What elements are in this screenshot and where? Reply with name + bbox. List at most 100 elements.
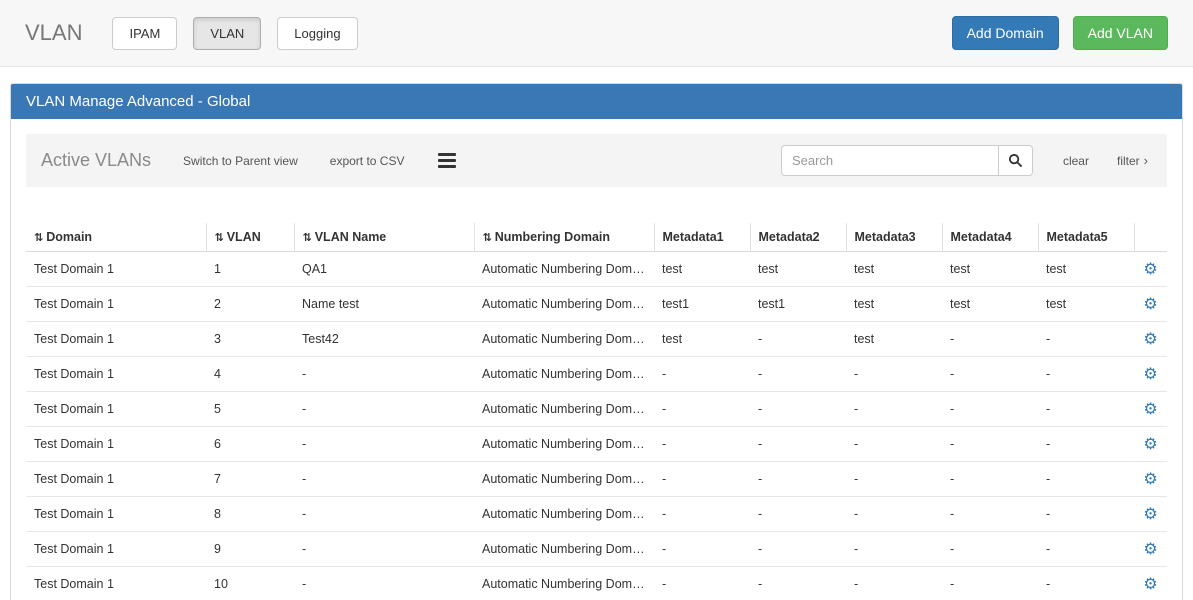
cell-actions: ⚙	[1134, 322, 1167, 357]
cell-vlan: 3	[206, 322, 294, 357]
cell-metadata5: -	[1038, 567, 1134, 600]
cell-metadata1: test	[654, 252, 750, 287]
row-settings-gear-icon[interactable]: ⚙	[1143, 539, 1157, 558]
cell-vlan-name: -	[294, 567, 474, 600]
add-domain-button[interactable]: Add Domain	[952, 16, 1059, 50]
cell-metadata4: -	[942, 322, 1038, 357]
cell-actions: ⚙	[1134, 497, 1167, 532]
cell-vlan-name: -	[294, 357, 474, 392]
table-row: Test Domain 1 8 - Automatic Numbering Do…	[26, 497, 1167, 532]
search-button[interactable]	[999, 145, 1033, 176]
filter-link[interactable]: filter›	[1117, 153, 1148, 168]
column-header-metadata4[interactable]: Metadata4	[942, 223, 1038, 252]
cell-vlan-name: Name test	[294, 287, 474, 322]
cell-vlan-name: -	[294, 462, 474, 497]
row-settings-gear-icon[interactable]: ⚙	[1143, 574, 1157, 593]
cell-metadata2: -	[750, 427, 846, 462]
cell-metadata1: -	[654, 532, 750, 567]
cell-metadata2: test	[750, 252, 846, 287]
row-settings-gear-icon[interactable]: ⚙	[1143, 259, 1157, 278]
cell-domain: Test Domain 1	[26, 497, 206, 532]
export-csv-link[interactable]: export to CSV	[330, 154, 405, 168]
cell-metadata2: test1	[750, 287, 846, 322]
switch-parent-view-link[interactable]: Switch to Parent view	[183, 154, 298, 168]
page-title: VLAN	[25, 20, 82, 46]
column-header-label: Domain	[46, 230, 92, 244]
sort-icon: ⇅	[303, 232, 312, 244]
cell-actions: ⚙	[1134, 462, 1167, 497]
cell-metadata5: -	[1038, 497, 1134, 532]
cell-metadata2: -	[750, 497, 846, 532]
topbar-actions: Add Domain Add VLAN	[952, 16, 1168, 50]
sort-icon: ⇅	[483, 232, 492, 244]
column-header-domain[interactable]: ⇅Domain	[26, 223, 206, 252]
cell-metadata1: -	[654, 462, 750, 497]
table-row: Test Domain 1 5 - Automatic Numbering Do…	[26, 392, 1167, 427]
column-header-vlan[interactable]: ⇅VLAN	[206, 223, 294, 252]
cell-vlan-name: -	[294, 497, 474, 532]
row-settings-gear-icon[interactable]: ⚙	[1143, 364, 1157, 383]
nav-button-ipam[interactable]: IPAM	[112, 17, 177, 50]
cell-domain: Test Domain 1	[26, 287, 206, 322]
cell-domain: Test Domain 1	[26, 427, 206, 462]
cell-metadata4: -	[942, 462, 1038, 497]
cell-metadata3: -	[846, 392, 942, 427]
cell-numbering-domain: Automatic Numbering Doma…	[474, 462, 654, 497]
columns-menu-icon[interactable]	[436, 148, 458, 173]
cell-metadata5: -	[1038, 357, 1134, 392]
row-settings-gear-icon[interactable]: ⚙	[1143, 399, 1157, 418]
nav-button-vlan[interactable]: VLAN	[193, 17, 261, 50]
column-header-metadata3[interactable]: Metadata3	[846, 223, 942, 252]
column-header-vlan-name[interactable]: ⇅VLAN Name	[294, 223, 474, 252]
clear-link[interactable]: clear	[1063, 154, 1089, 168]
cell-actions: ⚙	[1134, 427, 1167, 462]
cell-metadata4: -	[942, 497, 1038, 532]
cell-metadata5: test	[1038, 287, 1134, 322]
cell-metadata4: -	[942, 427, 1038, 462]
cell-domain: Test Domain 1	[26, 252, 206, 287]
cell-metadata5: -	[1038, 532, 1134, 567]
table-row: Test Domain 1 9 - Automatic Numbering Do…	[26, 532, 1167, 567]
row-settings-gear-icon[interactable]: ⚙	[1143, 504, 1157, 523]
cell-vlan-name: -	[294, 392, 474, 427]
column-header-numbering-domain[interactable]: ⇅Numbering Domain	[474, 223, 654, 252]
active-vlans-title: Active VLANs	[41, 150, 151, 171]
search-input[interactable]	[781, 145, 999, 176]
column-header-metadata5[interactable]: Metadata5	[1038, 223, 1134, 252]
sort-icon: ⇅	[34, 232, 43, 244]
table-body: Test Domain 1 1 QA1 Automatic Numbering …	[26, 252, 1167, 600]
add-vlan-button[interactable]: Add VLAN	[1073, 16, 1168, 50]
cell-actions: ⚙	[1134, 392, 1167, 427]
cell-metadata1: -	[654, 497, 750, 532]
row-settings-gear-icon[interactable]: ⚙	[1143, 329, 1157, 348]
row-settings-gear-icon[interactable]: ⚙	[1143, 294, 1157, 313]
cell-metadata4: -	[942, 392, 1038, 427]
cell-metadata3: -	[846, 567, 942, 600]
cell-vlan: 9	[206, 532, 294, 567]
cell-metadata3: -	[846, 497, 942, 532]
filter-label: filter	[1117, 154, 1140, 168]
nav-button-logging[interactable]: Logging	[277, 17, 357, 50]
row-settings-gear-icon[interactable]: ⚙	[1143, 469, 1157, 488]
column-header-label: Metadata2	[759, 230, 820, 244]
cell-vlan: 6	[206, 427, 294, 462]
column-header-metadata1[interactable]: Metadata1	[654, 223, 750, 252]
search-group	[781, 145, 1033, 176]
cell-metadata1: -	[654, 567, 750, 600]
cell-metadata4: test	[942, 287, 1038, 322]
cell-numbering-domain: Automatic Numbering Doma…	[474, 497, 654, 532]
table-row: Test Domain 1 7 - Automatic Numbering Do…	[26, 462, 1167, 497]
cell-metadata3: test	[846, 252, 942, 287]
column-header-metadata2[interactable]: Metadata2	[750, 223, 846, 252]
cell-vlan: 4	[206, 357, 294, 392]
row-settings-gear-icon[interactable]: ⚙	[1143, 434, 1157, 453]
cell-vlan: 10	[206, 567, 294, 600]
cell-numbering-domain: Automatic Numbering Doma…	[474, 567, 654, 600]
table-row: Test Domain 1 3 Test42 Automatic Numberi…	[26, 322, 1167, 357]
table-header-row: ⇅Domain ⇅VLAN ⇅VLAN Name ⇅Numbering Doma…	[26, 223, 1167, 252]
cell-metadata5: -	[1038, 427, 1134, 462]
cell-metadata3: test	[846, 322, 942, 357]
cell-numbering-domain: Automatic Numbering Doma…	[474, 322, 654, 357]
column-header-actions	[1134, 223, 1167, 252]
cell-domain: Test Domain 1	[26, 567, 206, 600]
